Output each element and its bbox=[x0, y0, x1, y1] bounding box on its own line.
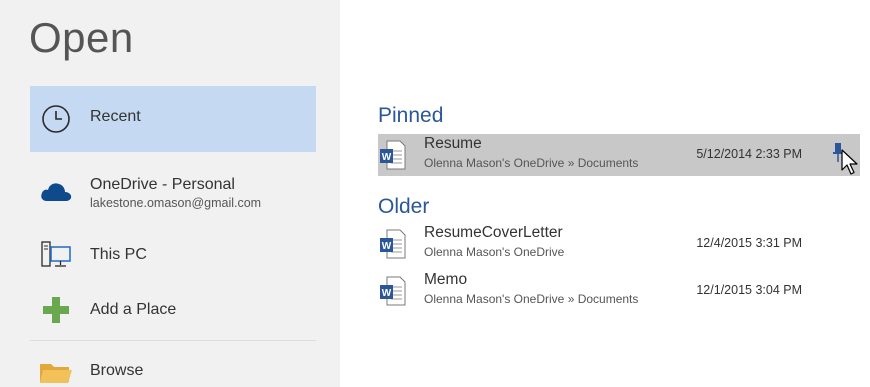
word-document-icon: W bbox=[380, 276, 406, 306]
file-date: 12/4/2015 3:31 PM bbox=[696, 236, 802, 250]
file-name: Memo bbox=[424, 271, 468, 288]
nav-onedrive-email: lakestone.omason@gmail.com bbox=[90, 196, 262, 210]
nav-this-pc[interactable]: This PC bbox=[30, 234, 316, 276]
nav-add-place-label: Add a Place bbox=[90, 301, 177, 318]
file-date: 5/12/2014 2:33 PM bbox=[696, 147, 802, 161]
clock-icon bbox=[38, 101, 74, 137]
nav-recent[interactable]: Recent bbox=[30, 86, 316, 152]
svg-text:W: W bbox=[382, 152, 392, 163]
file-date: 12/1/2015 3:04 PM bbox=[696, 283, 802, 297]
older-section-title: Older bbox=[378, 195, 430, 218]
nav-onedrive[interactable]: OneDrive - Personal lakestone.omason@gma… bbox=[30, 170, 316, 216]
file-row-resumecoverletter[interactable]: W ResumeCoverLetter Olenna Mason's OneDr… bbox=[378, 223, 860, 265]
file-path: Olenna Mason's OneDrive » Documents bbox=[424, 156, 639, 170]
nav-this-pc-label: This PC bbox=[90, 246, 147, 263]
word-document-icon: W bbox=[380, 229, 406, 259]
word-document-icon: W bbox=[380, 140, 406, 170]
svg-text:W: W bbox=[382, 241, 392, 252]
nav-recent-label: Recent bbox=[90, 108, 141, 125]
navigation-pane: Open Recent OneDrive - Personal lakeston… bbox=[0, 0, 340, 387]
file-row-resume[interactable]: W Resume Olenna Mason's OneDrive » Docum… bbox=[378, 134, 860, 176]
recent-files-pane: Pinned W Resume Olenna Mason's OneDrive … bbox=[340, 0, 870, 387]
mouse-cursor-icon bbox=[840, 148, 860, 176]
nav-browse[interactable]: Browse bbox=[30, 352, 316, 387]
nav-onedrive-label: OneDrive - Personal bbox=[90, 176, 235, 193]
nav-add-place[interactable]: Add a Place bbox=[30, 288, 316, 332]
cloud-icon bbox=[38, 174, 74, 210]
file-path: Olenna Mason's OneDrive » Documents bbox=[424, 292, 639, 306]
folder-icon bbox=[38, 356, 74, 386]
plus-icon bbox=[38, 292, 74, 328]
nav-browse-label: Browse bbox=[90, 362, 144, 379]
file-name: ResumeCoverLetter bbox=[424, 224, 563, 241]
computer-icon bbox=[38, 237, 74, 273]
svg-text:W: W bbox=[382, 288, 392, 299]
page-title: Open bbox=[29, 14, 134, 61]
nav-divider bbox=[30, 340, 316, 341]
file-name: Resume bbox=[424, 135, 482, 152]
pinned-section-title: Pinned bbox=[378, 104, 444, 127]
file-path: Olenna Mason's OneDrive bbox=[424, 245, 565, 259]
file-row-memo[interactable]: W Memo Olenna Mason's OneDrive » Documen… bbox=[378, 270, 860, 312]
